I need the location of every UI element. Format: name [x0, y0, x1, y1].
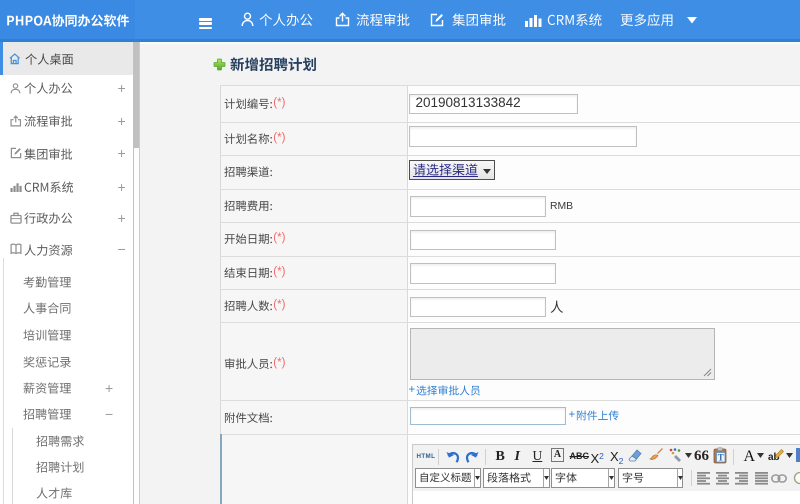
svg-text:T: T: [718, 452, 724, 462]
